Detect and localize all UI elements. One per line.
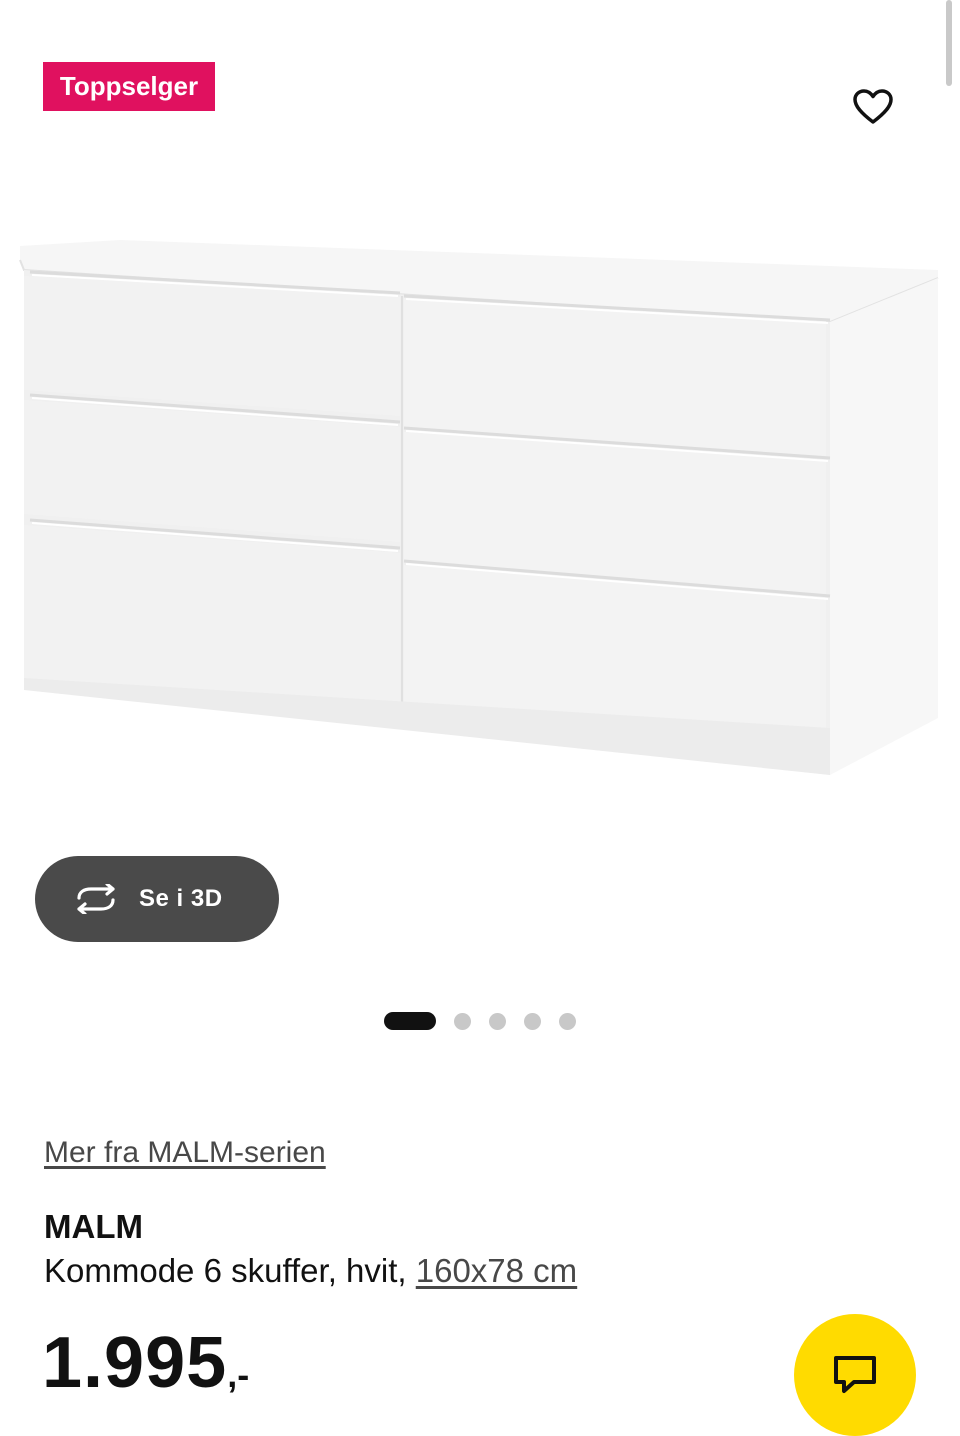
carousel-dot[interactable] [454,1012,471,1030]
top-seller-badge: Toppselger [43,62,215,111]
product-size-link[interactable]: 160x78 cm [416,1252,577,1289]
chat-icon [834,1356,876,1393]
rotate-3d-icon [77,884,115,914]
product-name: MALM [44,1208,143,1245]
product-description: Kommode 6 skuffer, hvit, 160x78 cm [44,1252,577,1290]
product-image[interactable] [0,200,960,840]
scrollbar[interactable] [946,0,952,86]
carousel-dot[interactable] [489,1012,506,1030]
carousel-indicator [384,1012,576,1030]
product-description-text: Kommode 6 skuffer, hvit, [44,1252,407,1289]
carousel-dot-active[interactable] [384,1012,436,1030]
view-in-3d-label: Se i 3D [139,885,223,912]
chat-button[interactable] [794,1314,916,1436]
carousel-dot[interactable] [524,1012,541,1030]
heart-outline-icon [853,89,893,124]
price-suffix: ,- [227,1354,250,1395]
favorite-button[interactable] [846,80,900,134]
carousel-dot[interactable] [559,1012,576,1030]
product-price: 1.995,- [42,1322,249,1404]
view-in-3d-button[interactable]: Se i 3D [35,856,279,942]
price-amount: 1.995 [42,1323,228,1403]
series-link[interactable]: Mer fra MALM-serien [44,1136,326,1170]
